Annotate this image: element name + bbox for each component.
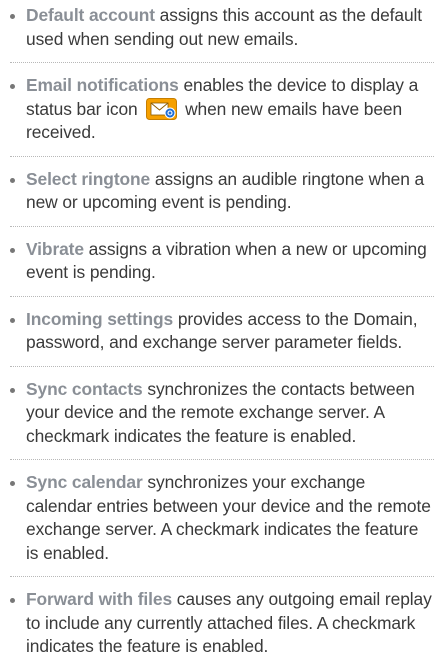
item-term: Select ringtone [26, 168, 151, 189]
settings-list: Default account assigns this account as … [0, 4, 440, 659]
separator [10, 145, 434, 157]
bullet [10, 177, 15, 183]
list-item-sync-calendar: Sync calendar synchronizes your exchange… [0, 471, 440, 565]
document: Default account assigns this account as … [0, 0, 440, 659]
item-term: Sync calendar [26, 472, 143, 492]
bullet [10, 387, 15, 393]
bullet [10, 481, 15, 486]
item-description: assigns a vibration when a new or upcomi… [26, 238, 427, 283]
email-notification-icon [146, 97, 178, 120]
list-item-default-account: Default account assigns this account as … [0, 4, 440, 51]
bullet [10, 84, 15, 89]
item-term: Email notifications [26, 75, 179, 95]
separator [10, 355, 434, 367]
separator [10, 565, 434, 577]
item-term: Incoming settings [26, 308, 174, 329]
list-item-vibrate: Vibrate assigns a vibration when a new o… [0, 238, 440, 285]
separator [10, 51, 434, 63]
bullet [10, 14, 15, 19]
item-term: Sync contacts [26, 378, 143, 399]
list-item-sync-contacts: Sync contacts synchronizes the contacts … [0, 378, 440, 449]
separator [10, 285, 434, 297]
bullet [10, 317, 15, 323]
item-term: Default account [26, 5, 155, 25]
list-item-incoming-settings: Incoming settings provides access to the… [0, 308, 440, 355]
item-term: Forward with files [26, 589, 173, 609]
list-item-select-ringtone: Select ringtone assigns an audible ringt… [0, 168, 440, 215]
item-term: Vibrate [26, 238, 84, 259]
separator [10, 448, 434, 460]
list-item-forward-with-files: Forward with files causes any outgoing e… [0, 588, 440, 659]
separator [10, 215, 434, 227]
list-item-email-notifications: Email notifications enables the device t… [0, 74, 440, 145]
bullet [10, 247, 15, 253]
